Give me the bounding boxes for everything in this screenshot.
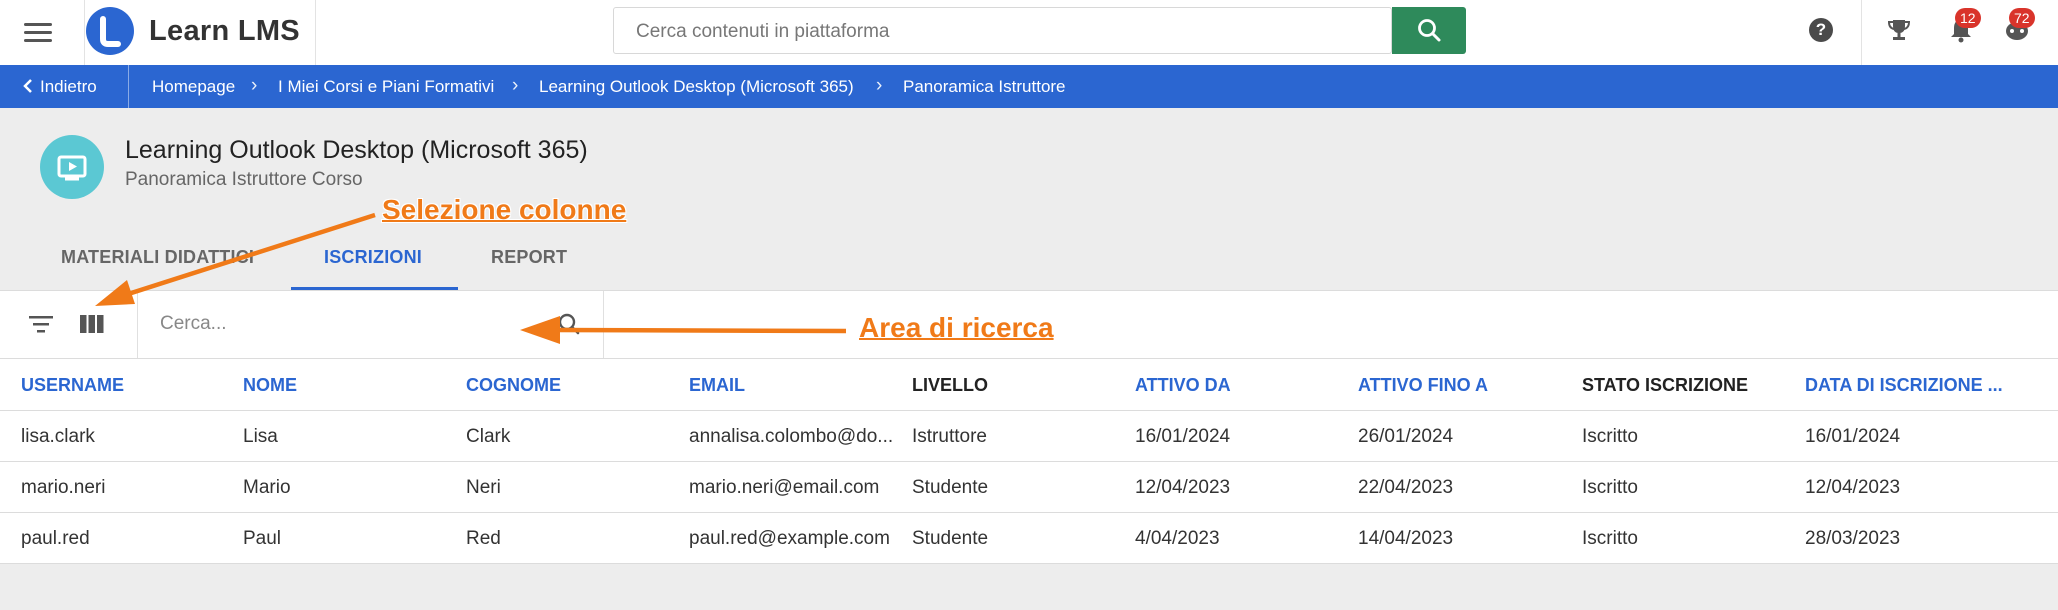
tab-report[interactable]: REPORT bbox=[491, 247, 567, 268]
cell-livello: Studente bbox=[912, 477, 989, 498]
column-nome[interactable]: NOME bbox=[243, 375, 297, 396]
top-bar: Learn LMS Cerca contenuti in piattaforma… bbox=[0, 0, 2058, 66]
cell-cognome: Neri bbox=[466, 477, 501, 498]
table-row[interactable]: lisa.clark Lisa Clark annalisa.colombo@d… bbox=[0, 411, 2058, 462]
cell-attivo-fino-a: 26/01/2024 bbox=[1358, 426, 1454, 447]
breadcrumb-course[interactable]: Learning Outlook Desktop (Microsoft 365) bbox=[539, 77, 854, 97]
cell-nome: Mario bbox=[243, 477, 291, 498]
breadcrumb: Indietro Homepage › I Miei Corsi e Piani… bbox=[0, 65, 2058, 108]
search-icon[interactable] bbox=[556, 311, 582, 342]
search-button[interactable] bbox=[1392, 7, 1466, 54]
toolbar-divider bbox=[603, 291, 604, 358]
annotation-columns-label: Selezione colonne bbox=[382, 194, 627, 225]
table-search-input[interactable]: Cerca... bbox=[160, 313, 227, 335]
column-email[interactable]: EMAIL bbox=[689, 375, 745, 396]
chevron-right-icon: › bbox=[876, 75, 883, 96]
breadcrumb-divider bbox=[128, 65, 129, 108]
chevron-left-icon bbox=[23, 79, 32, 93]
cell-data-iscrizione: 12/04/2023 bbox=[1805, 477, 1901, 498]
columns-icon[interactable] bbox=[79, 313, 105, 340]
cell-stato: Iscritto bbox=[1582, 528, 1638, 549]
chevron-right-icon: › bbox=[512, 75, 519, 96]
messages-badge: 72 bbox=[2009, 8, 2035, 28]
cell-data-iscrizione: 16/01/2024 bbox=[1805, 426, 1901, 447]
cell-attivo-da: 16/01/2024 bbox=[1135, 426, 1231, 447]
cell-attivo-da: 4/04/2023 bbox=[1135, 528, 1220, 549]
toolbar-divider bbox=[137, 291, 138, 358]
breadcrumb-my-courses[interactable]: I Miei Corsi e Piani Formativi bbox=[278, 77, 494, 97]
table-row[interactable]: mario.neri Mario Neri mario.neri@email.c… bbox=[0, 462, 2058, 513]
back-link[interactable]: Indietro bbox=[22, 77, 97, 97]
search-placeholder: Cerca contenuti in piattaforma bbox=[636, 21, 890, 42]
search-icon bbox=[1418, 19, 1441, 42]
cell-attivo-fino-a: 22/04/2023 bbox=[1358, 477, 1454, 498]
cell-email: annalisa.colombo@do... bbox=[689, 426, 894, 447]
column-livello: LIVELLO bbox=[912, 375, 988, 395]
brand-name: Learn LMS bbox=[149, 15, 300, 47]
column-attivo-fino-a[interactable]: ATTIVO FINO A bbox=[1358, 375, 1488, 396]
cell-username: mario.neri bbox=[21, 477, 106, 498]
filter-icon[interactable] bbox=[28, 313, 54, 340]
page-title: Learning Outlook Desktop (Microsoft 365) bbox=[125, 136, 588, 164]
cell-livello: Studente bbox=[912, 528, 989, 549]
column-cognome[interactable]: COGNOME bbox=[466, 375, 561, 396]
cell-username: lisa.clark bbox=[21, 426, 95, 447]
global-search-input[interactable]: Cerca contenuti in piattaforma bbox=[613, 7, 1392, 54]
cell-nome: Lisa bbox=[243, 426, 278, 447]
tab-iscrizioni[interactable]: ISCRIZIONI bbox=[324, 247, 422, 268]
breadcrumb-current: Panoramica Istruttore bbox=[903, 77, 1066, 96]
cell-attivo-fino-a: 14/04/2023 bbox=[1358, 528, 1454, 549]
cell-stato: Iscritto bbox=[1582, 477, 1638, 498]
cell-cognome: Clark bbox=[466, 426, 511, 447]
annotation-search-label: Area di ricerca bbox=[859, 312, 1054, 343]
cell-stato: Iscritto bbox=[1582, 426, 1638, 447]
cell-cognome: Red bbox=[466, 528, 501, 549]
column-data-iscrizione[interactable]: DATA DI ISCRIZIONE ... bbox=[1805, 375, 2003, 396]
table-row[interactable]: paul.red Paul Red paul.red@example.com S… bbox=[0, 513, 2058, 564]
cell-nome: Paul bbox=[243, 528, 282, 549]
cell-attivo-da: 12/04/2023 bbox=[1135, 477, 1231, 498]
cell-livello: Istruttore bbox=[912, 426, 987, 447]
menu-icon[interactable] bbox=[22, 18, 54, 48]
tab-materiali[interactable]: MATERIALI DIDATTICI bbox=[61, 247, 254, 268]
help-icon[interactable]: ? bbox=[1809, 18, 1833, 42]
cell-data-iscrizione: 28/03/2023 bbox=[1805, 528, 1901, 549]
column-attivo-da[interactable]: ATTIVO DA bbox=[1135, 375, 1231, 396]
column-stato-iscrizione: STATO ISCRIZIONE bbox=[1582, 375, 1749, 395]
cell-email: paul.red@example.com bbox=[689, 528, 890, 549]
column-username[interactable]: USERNAME bbox=[21, 375, 124, 396]
cell-username: paul.red bbox=[21, 528, 90, 549]
trophy-icon[interactable] bbox=[1884, 15, 1914, 50]
table-header: USERNAME NOME COGNOME EMAIL LIVELLO ATTI… bbox=[0, 359, 2058, 411]
brand[interactable]: Learn LMS bbox=[84, 0, 316, 65]
notifications-badge: 12 bbox=[1955, 8, 1981, 28]
back-label: Indietro bbox=[40, 77, 97, 96]
cell-email: mario.neri@email.com bbox=[689, 477, 880, 498]
course-video-icon bbox=[40, 135, 104, 199]
page-subtitle: Panoramica Istruttore Corso bbox=[125, 169, 363, 190]
breadcrumb-homepage[interactable]: Homepage bbox=[152, 77, 235, 97]
logo-icon bbox=[86, 7, 134, 55]
divider bbox=[1861, 0, 1862, 65]
chevron-right-icon: › bbox=[251, 75, 258, 96]
